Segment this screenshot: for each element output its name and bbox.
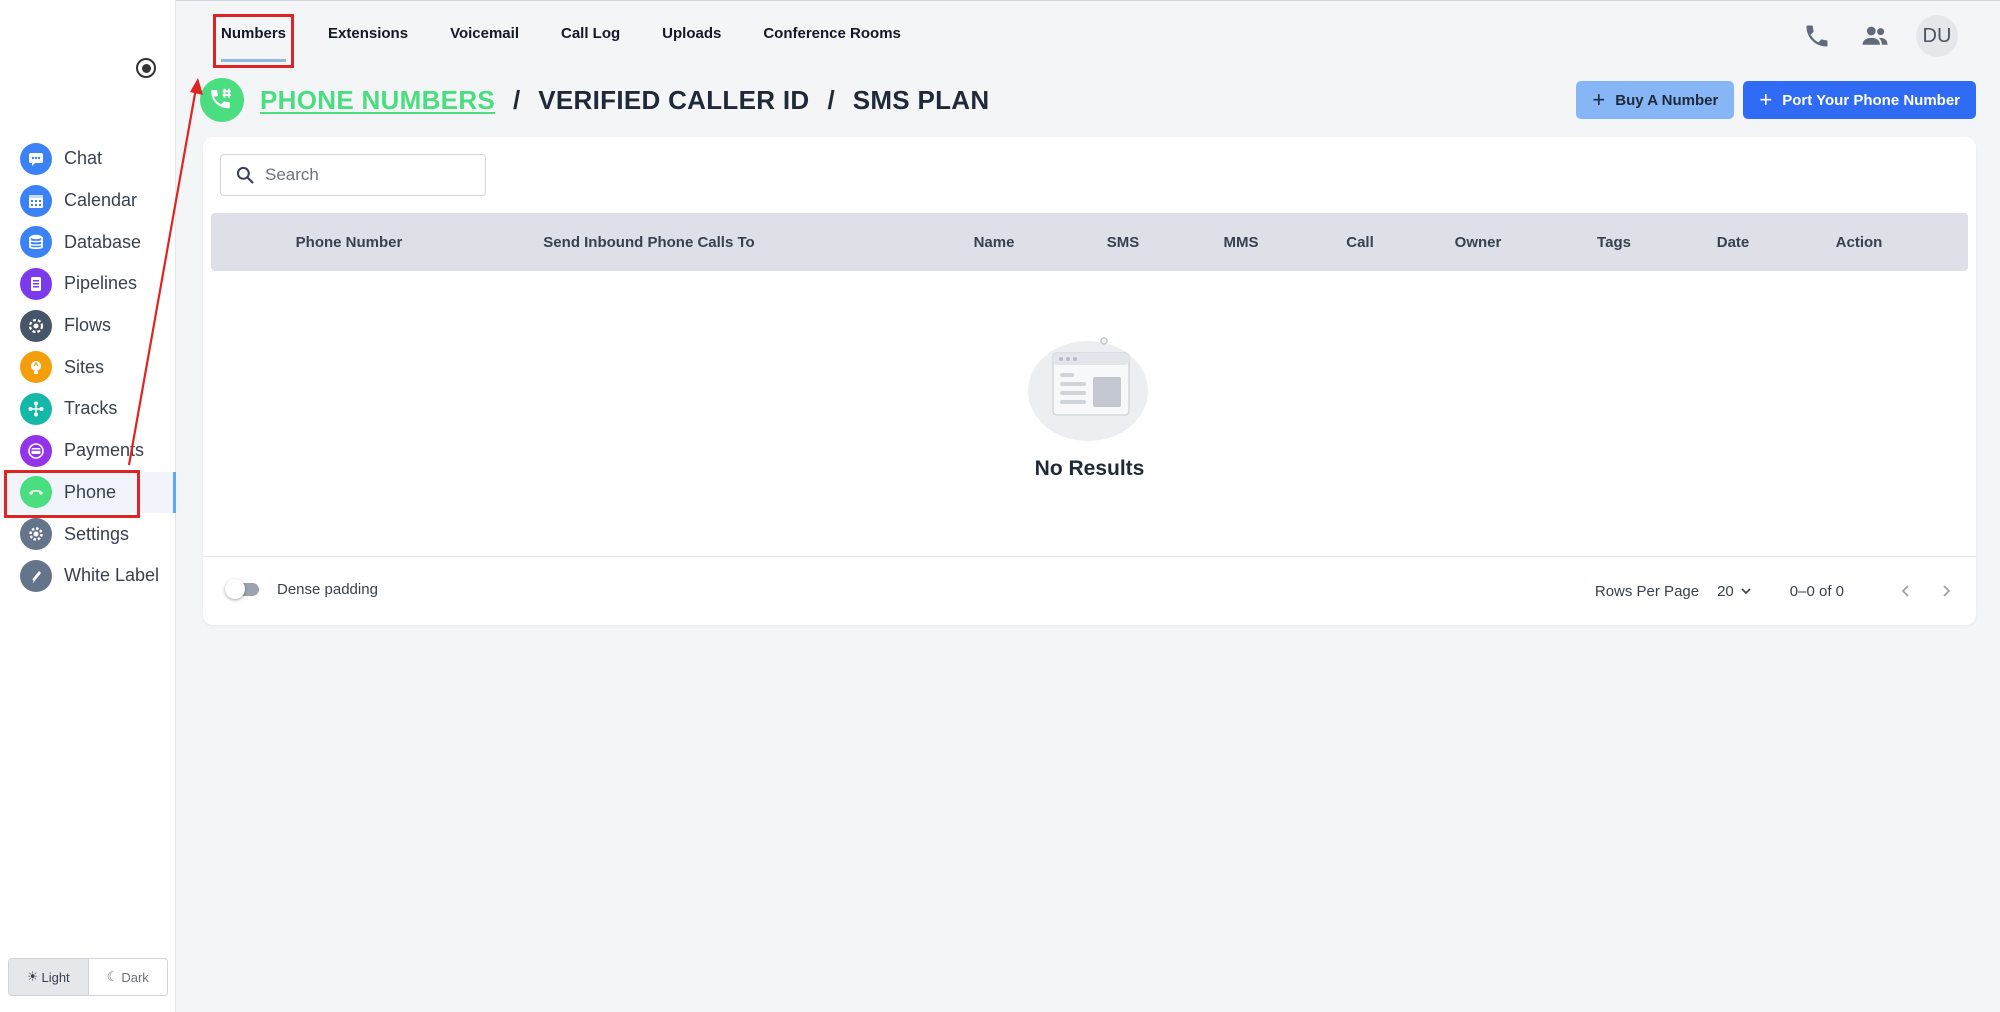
column-header-send-inbound[interactable]: Send Inbound Phone Calls To [543, 213, 754, 271]
empty-state: No Results [203, 327, 1976, 481]
pagination-range: 0–0 of 0 [1789, 582, 1844, 600]
breadcrumb-verified-caller-id[interactable]: VERIFIED CALLER ID [538, 85, 809, 116]
empty-state-illustration [1015, 327, 1165, 447]
breadcrumb-sms-plan[interactable]: SMS PLAN [853, 85, 990, 116]
dense-padding-label: Dense padding [277, 580, 378, 598]
search-icon [236, 166, 254, 184]
moon-icon: ☾ [106, 969, 119, 984]
plus-icon: + [1759, 87, 1773, 112]
theme-light-button[interactable]: ☀ Light [9, 959, 88, 995]
users-icon[interactable] [1858, 19, 1892, 53]
tracks-icon [20, 392, 52, 425]
tab-call-log[interactable]: Call Log [540, 1, 641, 61]
column-header-call[interactable]: Call [1346, 213, 1374, 271]
top-icons: DU [1800, 15, 1958, 57]
payments-icon [20, 434, 52, 467]
sidebar: Chat Calendar Database Pipelines Flows S… [0, 0, 176, 1012]
column-header-name[interactable]: Name [974, 213, 1015, 271]
page-title: PHONE NUMBERS / VERIFIED CALLER ID / SMS… [200, 78, 989, 122]
previous-page-button[interactable] [1894, 579, 1918, 603]
rows-per-page-select[interactable]: 20 [1717, 583, 1752, 600]
column-header-sms[interactable]: SMS [1107, 213, 1140, 271]
column-header-action[interactable]: Action [1836, 213, 1883, 271]
theme-toggle: ☀ Light ☾ Dark [8, 958, 168, 996]
tab-bar: Numbers Extensions Voicemail Call Log Up… [200, 1, 922, 69]
sidebar-item-chat[interactable]: Chat [0, 138, 176, 180]
sidebar-item-flows[interactable]: Flows [0, 305, 176, 347]
pipelines-icon [20, 267, 52, 300]
plus-icon: + [1592, 87, 1606, 112]
sidebar-item-sites[interactable]: Sites [0, 346, 176, 388]
sidebar-item-pipelines[interactable]: Pipelines [0, 263, 176, 305]
dense-padding-control: Dense padding [225, 579, 378, 599]
tab-conference-rooms[interactable]: Conference Rooms [742, 1, 922, 61]
phone-numbers-card: Phone Number Send Inbound Phone Calls To… [203, 137, 1976, 625]
chevron-right-icon [1943, 585, 1951, 597]
sun-icon: ☀ [26, 969, 39, 984]
sidebar-item-label: Database [64, 231, 142, 252]
sidebar-nav: Chat Calendar Database Pipelines Flows S… [0, 138, 176, 597]
sidebar-item-label: Sites [64, 356, 105, 377]
sidebar-item-database[interactable]: Database [0, 221, 176, 263]
sites-icon [20, 351, 52, 384]
breadcrumb-separator: / [513, 84, 521, 115]
radio-dot-icon[interactable] [136, 58, 156, 78]
column-header-tags[interactable]: Tags [1597, 213, 1631, 271]
topbar: Numbers Extensions Voicemail Call Log Up… [176, 0, 2000, 68]
breadcrumb-phone-numbers[interactable]: PHONE NUMBERS [260, 85, 495, 116]
table-header: Phone Number Send Inbound Phone Calls To… [211, 213, 1968, 271]
calendar-icon [20, 184, 52, 217]
search-input[interactable] [265, 165, 475, 185]
chevron-left-icon [1901, 585, 1909, 597]
sidebar-item-calendar[interactable]: Calendar [0, 180, 176, 222]
sidebar-item-label: Flows [64, 315, 112, 336]
database-icon [20, 226, 52, 259]
column-header-mms[interactable]: MMS [1224, 213, 1259, 271]
tab-voicemail[interactable]: Voicemail [429, 1, 540, 61]
phone-hash-icon [200, 78, 244, 122]
white-label-icon [20, 559, 52, 592]
buy-number-button[interactable]: + Buy A Number [1576, 81, 1735, 119]
avatar[interactable]: DU [1916, 15, 1958, 57]
rows-per-page-label: Rows Per Page [1594, 582, 1700, 600]
column-header-phone-number[interactable]: Phone Number [296, 213, 403, 271]
tab-numbers[interactable]: Numbers [200, 1, 307, 68]
settings-icon [20, 518, 52, 551]
column-header-owner[interactable]: Owner [1455, 213, 1502, 271]
search-box [220, 154, 486, 196]
sidebar-item-phone[interactable]: Phone [0, 469, 176, 518]
sidebar-item-settings[interactable]: Settings [0, 513, 176, 555]
next-page-button[interactable] [1934, 579, 1958, 603]
header-actions: + Buy A Number + Port Your Phone Number [1576, 81, 1976, 119]
sidebar-item-white-label[interactable]: White Label [0, 555, 176, 597]
sidebar-item-label: Settings [64, 523, 130, 544]
tab-extensions[interactable]: Extensions [307, 1, 429, 61]
theme-dark-button[interactable]: ☾ Dark [87, 959, 168, 995]
sidebar-item-label: Payments [64, 440, 145, 461]
sidebar-item-label: Chat [64, 148, 103, 169]
port-number-button[interactable]: + Port Your Phone Number [1743, 81, 1976, 119]
breadcrumb-separator: / [827, 84, 835, 115]
dense-padding-toggle[interactable] [225, 579, 263, 599]
sidebar-item-label: White Label [64, 565, 160, 586]
chat-icon [20, 142, 52, 175]
table-footer: Dense padding Rows Per Page 20 0–0 of 0 [203, 556, 1976, 625]
sidebar-item-label: Calendar [64, 190, 138, 211]
column-header-date[interactable]: Date [1717, 213, 1750, 271]
annotation-highlight-box [213, 14, 295, 68]
sidebar-item-label: Pipelines [64, 273, 138, 294]
sidebar-item-tracks[interactable]: Tracks [0, 388, 176, 430]
tab-uploads[interactable]: Uploads [641, 1, 742, 61]
chevron-down-icon [1741, 588, 1751, 595]
empty-state-text: No Results [1034, 457, 1145, 480]
flows-icon [20, 309, 52, 342]
phone-call-icon[interactable] [1800, 19, 1834, 53]
sidebar-item-label: Tracks [64, 398, 118, 419]
annotation-highlight-box [4, 469, 140, 518]
sidebar-item-payments[interactable]: Payments [0, 430, 176, 472]
pagination: Rows Per Page 20 0–0 of 0 [1595, 579, 1958, 603]
